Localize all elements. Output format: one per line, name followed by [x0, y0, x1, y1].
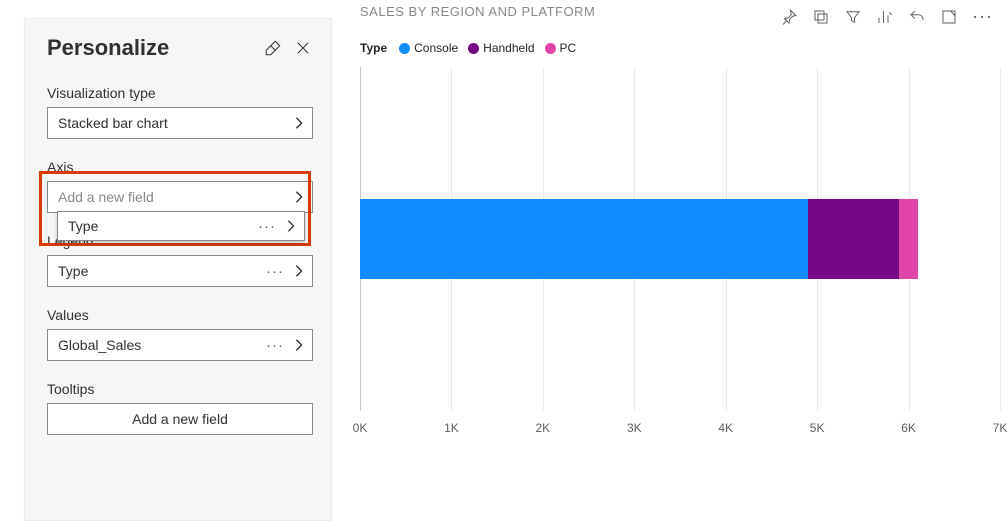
- tick-label: 1K: [444, 421, 459, 435]
- add-tooltip-field-button[interactable]: Add a new field: [47, 403, 313, 435]
- chart-toolbar: ···: [780, 4, 993, 27]
- legend-swatch: [399, 43, 410, 54]
- value-legend: Type: [58, 263, 88, 279]
- chevron-right-icon: [294, 116, 304, 130]
- legend-item[interactable]: PC: [545, 41, 577, 55]
- bar-segment-console[interactable]: [360, 199, 808, 279]
- axis-field-well[interactable]: Add a new field: [47, 181, 313, 213]
- select-visualization-type[interactable]: Stacked bar chart: [47, 107, 313, 139]
- pin-icon[interactable]: [780, 8, 798, 26]
- undo-icon[interactable]: [908, 8, 926, 26]
- chevron-right-icon: [294, 338, 304, 352]
- focus-mode-icon[interactable]: [940, 8, 958, 26]
- more-options-icon[interactable]: ···: [258, 219, 276, 234]
- legend-label: Console: [414, 41, 458, 55]
- label-visualization-type: Visualization type: [47, 85, 313, 101]
- label-tooltips: Tooltips: [47, 381, 313, 397]
- chart-plot: 0K1K2K3K4K5K6K7K: [360, 67, 993, 435]
- gridline: [1000, 67, 1001, 411]
- label-axis: Axis: [47, 159, 313, 175]
- chart-title: SALES BY REGION AND PLATFORM: [360, 4, 595, 19]
- section-values: Values Global_Sales ···: [47, 307, 313, 361]
- legend-item[interactable]: Console: [399, 41, 458, 55]
- tick-label: 0K: [353, 421, 368, 435]
- value-values: Global_Sales: [58, 337, 141, 353]
- bar-segment-handheld[interactable]: [808, 199, 899, 279]
- tick-label: 7K: [993, 421, 1007, 435]
- legend-swatch: [468, 43, 479, 54]
- drag-field-label: Type: [68, 218, 98, 234]
- value-visualization-type: Stacked bar chart: [58, 115, 168, 131]
- section-tooltips: Tooltips Add a new field: [47, 381, 313, 435]
- copy-icon[interactable]: [812, 8, 830, 26]
- drag-field-type[interactable]: Type ···: [57, 211, 305, 241]
- tick-label: 3K: [627, 421, 642, 435]
- close-icon[interactable]: [293, 38, 313, 58]
- chart-legend: Type Console Handheld PC: [360, 41, 993, 55]
- panel-header: Personalize: [47, 35, 313, 61]
- personalize-visual-icon[interactable]: [876, 8, 894, 26]
- legend-label: Handheld: [483, 41, 534, 55]
- panel-header-actions: [263, 38, 313, 58]
- more-options-icon[interactable]: ···: [972, 6, 993, 27]
- chart-area: SALES BY REGION AND PLATFORM ··· Type Co…: [332, 0, 1007, 521]
- chart-header: SALES BY REGION AND PLATFORM ···: [360, 4, 993, 27]
- section-visualization-type: Visualization type Stacked bar chart: [47, 85, 313, 139]
- legend-swatch: [545, 43, 556, 54]
- chevron-right-icon: [286, 219, 296, 233]
- personalize-panel: Personalize Visualization type Stacked b…: [24, 18, 332, 521]
- eraser-icon[interactable]: [263, 38, 283, 58]
- more-options-icon[interactable]: ···: [266, 338, 284, 353]
- chevron-right-icon: [294, 264, 304, 278]
- app-root: Personalize Visualization type Stacked b…: [0, 0, 1007, 521]
- legend-label: PC: [560, 41, 577, 55]
- section-axis: Axis Add a new field: [47, 159, 313, 213]
- more-options-icon[interactable]: ···: [266, 264, 284, 279]
- chevron-right-icon: [294, 190, 304, 204]
- legend-title: Type: [360, 41, 387, 55]
- axis-placeholder: Add a new field: [58, 189, 154, 205]
- tick-label: 4K: [718, 421, 733, 435]
- panel-title: Personalize: [47, 35, 169, 61]
- stacked-bar[interactable]: [360, 199, 918, 279]
- bar-segment-pc[interactable]: [899, 199, 917, 279]
- filter-icon[interactable]: [844, 8, 862, 26]
- legend-field-well[interactable]: Type ···: [47, 255, 313, 287]
- tick-label: 5K: [810, 421, 825, 435]
- legend-item[interactable]: Handheld: [468, 41, 534, 55]
- label-values: Values: [47, 307, 313, 323]
- tick-label: 2K: [536, 421, 551, 435]
- section-legend: Legend Type ···: [47, 233, 313, 287]
- tick-label: 6K: [901, 421, 916, 435]
- add-tooltip-field-label: Add a new field: [132, 411, 228, 427]
- values-field-well[interactable]: Global_Sales ···: [47, 329, 313, 361]
